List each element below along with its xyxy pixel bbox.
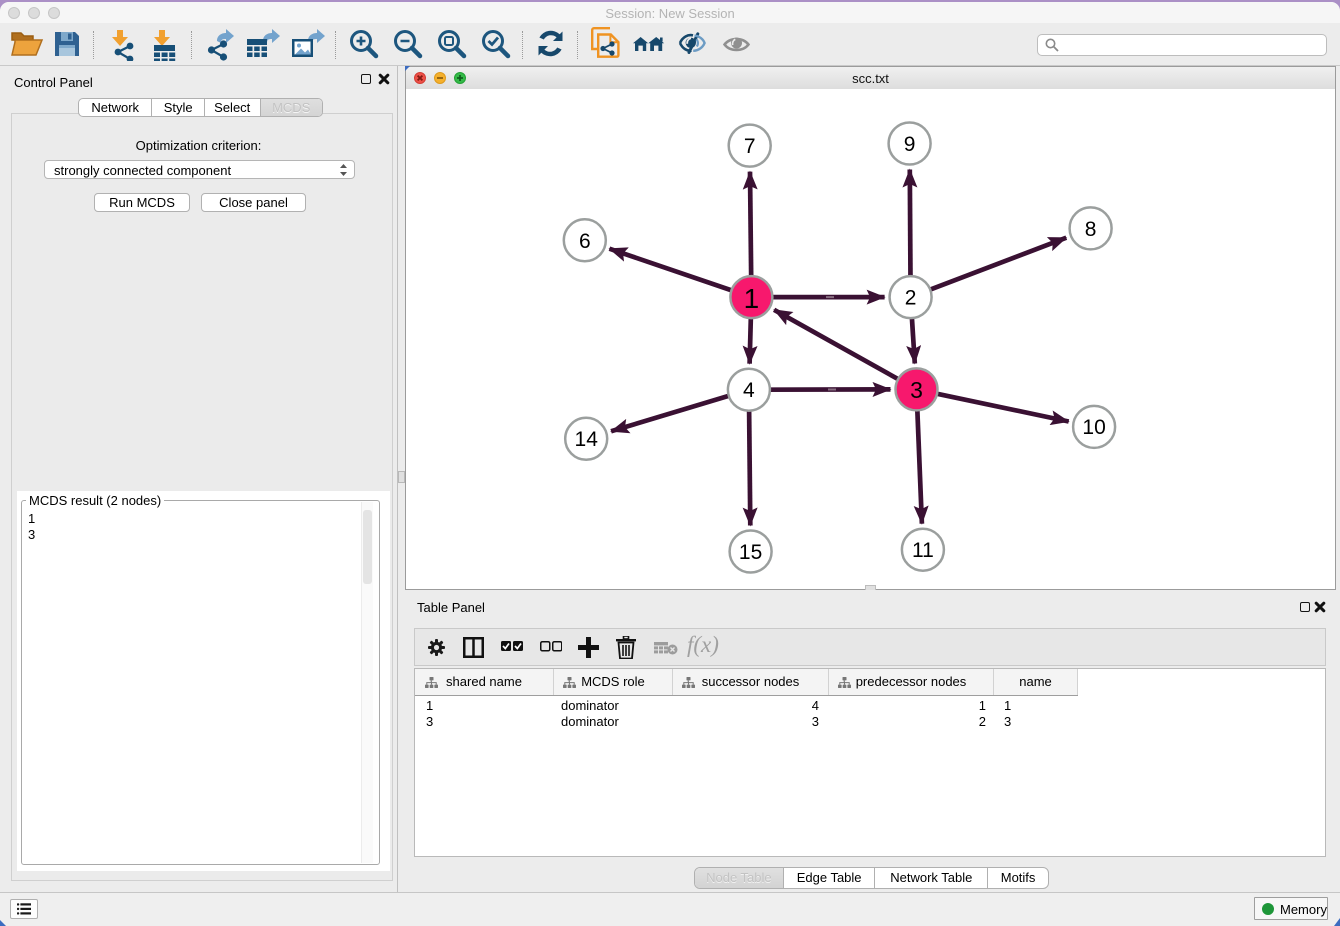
svg-text:6: 6 <box>579 230 591 253</box>
svg-text:8: 8 <box>1085 218 1097 241</box>
svg-text:10: 10 <box>1082 416 1105 439</box>
svg-text:1: 1 <box>744 283 760 314</box>
svg-text:14: 14 <box>575 428 599 451</box>
svg-text:2: 2 <box>905 287 917 310</box>
svg-text:15: 15 <box>739 541 762 564</box>
svg-text:3: 3 <box>910 377 923 403</box>
svg-text:11: 11 <box>912 539 934 562</box>
svg-text:7: 7 <box>744 135 756 158</box>
svg-text:9: 9 <box>904 133 916 156</box>
svg-text:4: 4 <box>743 379 755 402</box>
